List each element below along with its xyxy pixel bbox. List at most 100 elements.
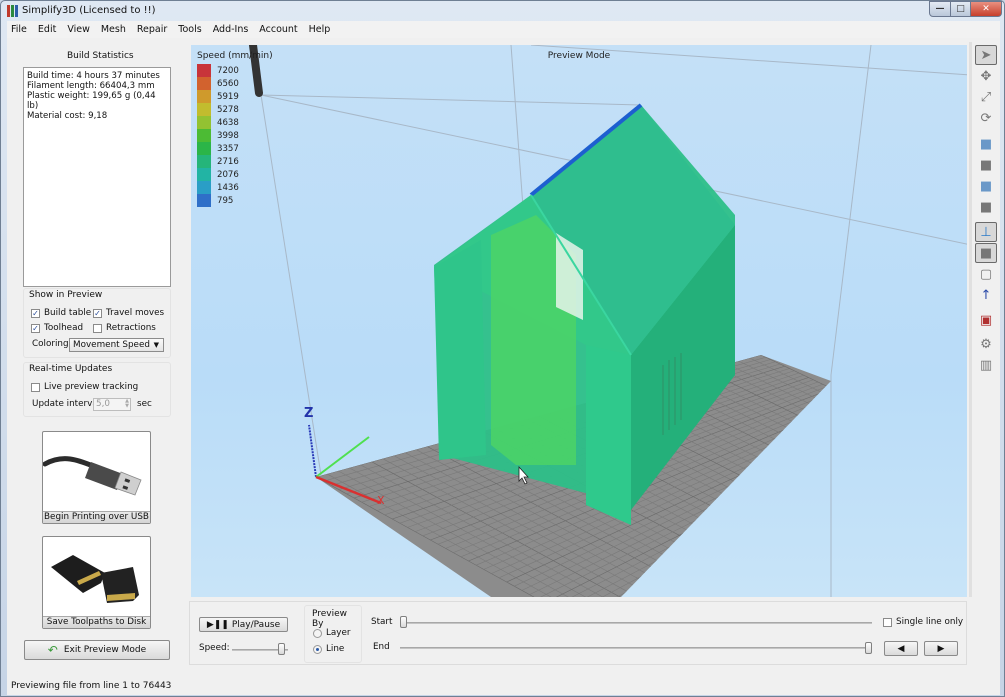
- legend-value: 2076: [217, 169, 239, 180]
- menu-edit[interactable]: Edit: [38, 24, 56, 35]
- legend-value: 5278: [217, 104, 239, 115]
- legend-entry: 4638: [197, 116, 239, 129]
- play-pause-icon: ▶❚❚: [206, 619, 229, 630]
- menu-view[interactable]: View: [67, 24, 90, 35]
- view-front-icon[interactable]: ■: [975, 155, 997, 175]
- spinner-arrows-icon: ▲ ▼: [125, 398, 129, 409]
- preview-mode-title: Preview Mode: [547, 51, 611, 61]
- preview-by-layer-radio[interactable]: Layer: [313, 628, 351, 638]
- close-button[interactable]: ✕: [970, 1, 1002, 17]
- legend-value: 6560: [217, 78, 239, 89]
- legend-value: 7200: [217, 65, 239, 76]
- legend-swatch: [197, 129, 211, 142]
- z-axis: [308, 424, 317, 478]
- legend-value: 1436: [217, 182, 239, 193]
- realtime-updates-title: Real-time Updates: [29, 364, 113, 374]
- legend-entry: 5919: [197, 90, 239, 103]
- view-iso-icon[interactable]: ■: [975, 197, 997, 217]
- move-tool-icon[interactable]: ✥: [975, 66, 997, 86]
- legend-value: 795: [217, 195, 234, 206]
- menu-account[interactable]: Account: [259, 24, 297, 35]
- legend-entry: 2076: [197, 168, 239, 181]
- legend-entry: 7200: [197, 64, 239, 77]
- speed-legend-title: Speed (mm/min): [197, 51, 273, 61]
- build-statistics-box: Build time: 4 hours 37 minutes Filament …: [23, 67, 171, 287]
- speed-slider-thumb[interactable]: [277, 643, 285, 655]
- update-interval-input[interactable]: 5,0 ▲ ▼: [93, 398, 131, 411]
- play-pause-button[interactable]: ▶❚❚ Play/Pause: [199, 617, 288, 632]
- rotate-tool-icon[interactable]: ⟳: [975, 108, 997, 128]
- settings-gear-icon[interactable]: ⚙: [975, 334, 997, 354]
- stat-plastic-weight: Plastic weight: 199,65 g (0,44 lb): [27, 91, 156, 111]
- next-line-button[interactable]: ▶: [924, 641, 958, 656]
- legend-value: 3998: [217, 130, 239, 141]
- menu-help[interactable]: Help: [309, 24, 331, 35]
- cross-section-icon[interactable]: ▣: [975, 310, 997, 330]
- preview-by-title: Preview By: [312, 609, 348, 629]
- left-panel: Build Statistics Build time: 4 hours 37 …: [7, 42, 177, 666]
- legend-swatch: [197, 77, 211, 90]
- chevron-down-icon: ▼: [153, 341, 159, 349]
- legend-entry: 5278: [197, 103, 239, 116]
- view-top-icon[interactable]: ■: [975, 134, 997, 154]
- select-tool-icon[interactable]: ➤: [975, 45, 997, 65]
- menu-tools[interactable]: Tools: [178, 24, 201, 35]
- start-slider-thumb[interactable]: [400, 616, 407, 628]
- menu-add-ins[interactable]: Add-Ins: [213, 24, 249, 35]
- preview-by-group: Preview By Layer Line: [304, 605, 362, 663]
- legend-swatch: [197, 116, 211, 129]
- retractions-checkbox[interactable]: Retractions: [93, 323, 156, 333]
- show-in-preview-group: Show in Preview ✓ Build table ✓ Travel mov…: [23, 288, 171, 358]
- update-interval-label: Update interval: [32, 399, 101, 409]
- wireframe-view-icon[interactable]: ▢: [975, 264, 997, 284]
- view-right-icon[interactable]: ■: [975, 176, 997, 196]
- coloring-label: Coloring: [32, 339, 69, 349]
- legend-entry: 2716: [197, 155, 239, 168]
- menu-bar: File Edit View Mesh Repair Tools Add-Ins…: [7, 21, 1000, 38]
- exit-preview-mode-button[interactable]: ↶ Exit Preview Mode: [24, 640, 170, 660]
- realtime-updates-group: Real-time Updates Live preview tracking …: [23, 362, 171, 417]
- previous-line-button[interactable]: ◀: [884, 641, 918, 656]
- sd-card-icon: [51, 555, 139, 603]
- speed-label: Speed:: [199, 643, 230, 653]
- single-line-only-checkbox[interactable]: Single line only: [883, 617, 963, 627]
- show-axes-icon[interactable]: ⊥: [975, 222, 997, 242]
- toolhead-checkbox[interactable]: ✓ Toolhead: [31, 323, 83, 333]
- menu-file[interactable]: File: [11, 24, 27, 35]
- menu-mesh[interactable]: Mesh: [101, 24, 126, 35]
- travel-moves-checkbox[interactable]: ✓ Travel moves: [93, 308, 164, 318]
- legend-swatch: [197, 194, 211, 207]
- viewport-splitter[interactable]: [969, 42, 972, 597]
- scale-tool-icon[interactable]: ⤢: [975, 87, 997, 107]
- 3d-viewport[interactable]: Z X Preview Mode Speed (mm/min) 7200 6560…: [191, 45, 967, 597]
- live-preview-tracking-checkbox[interactable]: Live preview tracking: [31, 382, 138, 392]
- stat-material-cost: Material cost: 9,18: [27, 111, 108, 121]
- back-arrow-icon: ↶: [47, 643, 58, 657]
- show-normals-icon[interactable]: ↑: [975, 285, 997, 305]
- maximize-button[interactable]: □: [950, 1, 971, 17]
- build-statistics-title: Build Statistics: [67, 51, 134, 61]
- build-table-checkbox[interactable]: ✓ Build table: [31, 308, 91, 318]
- end-slider[interactable]: [400, 647, 872, 649]
- legend-swatch: [197, 64, 211, 77]
- solid-view-icon[interactable]: ■: [975, 243, 997, 263]
- legend-entry: 6560: [197, 77, 239, 90]
- support-icon[interactable]: ▥: [975, 355, 997, 375]
- end-label: End: [373, 642, 390, 652]
- coloring-select[interactable]: Movement Speed ▼: [69, 338, 164, 352]
- window-title: Simplify3D (Licensed to !!): [22, 5, 156, 16]
- show-in-preview-title: Show in Preview: [29, 290, 103, 300]
- minimize-button[interactable]: —: [929, 1, 951, 17]
- x-axis-label: X: [377, 494, 385, 507]
- legend-swatch: [197, 103, 211, 116]
- title-bar: Simplify3D (Licensed to !!) — □ ✕: [1, 1, 1004, 21]
- preview-by-line-radio[interactable]: Line: [313, 644, 344, 654]
- app-window: Simplify3D (Licensed to !!) — □ ✕ File E…: [0, 0, 1005, 697]
- start-slider[interactable]: [400, 622, 872, 624]
- arrow-left-icon: ◀: [897, 643, 905, 654]
- save-toolpaths-disk-button[interactable]: Save Toolpaths to Disk: [42, 536, 151, 629]
- end-slider-thumb[interactable]: [865, 642, 872, 654]
- legend-value: 4638: [217, 117, 239, 128]
- menu-repair[interactable]: Repair: [137, 24, 167, 35]
- begin-printing-usb-button[interactable]: Begin Printing over USB: [42, 431, 151, 524]
